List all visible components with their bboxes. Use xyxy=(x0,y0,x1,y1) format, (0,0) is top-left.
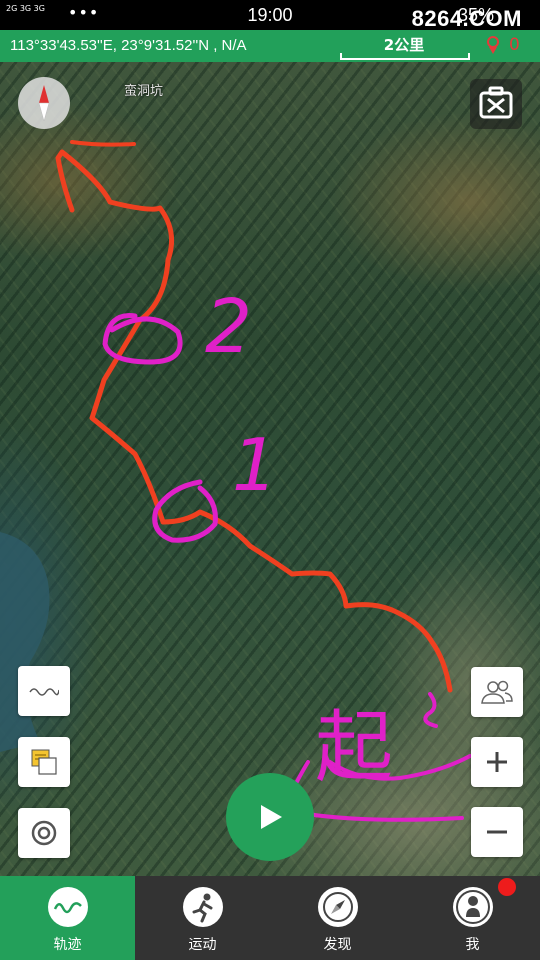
satellite-map[interactable]: 2 1 起 蛮洞坑 xyxy=(0,62,540,876)
gps-satellite-icon[interactable] xyxy=(486,35,500,55)
layers-button[interactable] xyxy=(18,737,70,787)
nav-label-discover: 发现 xyxy=(323,937,352,953)
route-track xyxy=(55,149,453,693)
nav-label-profile: 我 xyxy=(465,937,480,953)
reservoir-water xyxy=(0,532,50,752)
layers-icon xyxy=(31,749,57,775)
watermark: 8264.COM xyxy=(411,6,522,31)
locate-icon xyxy=(31,820,57,846)
tools-button[interactable] xyxy=(470,79,522,129)
bottom-nav: 轨迹 运动 发现 我 xyxy=(0,876,540,960)
play-icon xyxy=(261,805,282,829)
coordinates-bar: 113°33'43.53''E, 23°9'31.52''N , N/A 2公里… xyxy=(0,30,540,62)
notification-badge xyxy=(498,878,516,896)
track-icon xyxy=(48,887,88,927)
nav-label-track: 轨迹 xyxy=(53,937,82,953)
compass-icon xyxy=(38,85,50,122)
marker-1-label: 1 xyxy=(232,423,278,507)
sport-icon xyxy=(183,887,223,927)
route-segment xyxy=(70,140,136,147)
scale-label: 2公里 xyxy=(383,36,425,54)
nav-item-profile[interactable]: 我 xyxy=(405,876,540,960)
discover-icon xyxy=(318,887,358,927)
nav-item-track[interactable]: 轨迹 xyxy=(0,876,135,960)
scale-bar xyxy=(340,53,470,60)
zoom-in-button[interactable] xyxy=(471,737,523,787)
profile-icon xyxy=(453,887,493,927)
track-style-button[interactable] xyxy=(18,666,70,716)
map-overlay: 2 1 起 xyxy=(0,140,472,822)
minus-icon xyxy=(487,830,507,834)
marker-2-label: 2 xyxy=(205,284,252,370)
tools-icon xyxy=(479,86,513,119)
marker-2-circle xyxy=(102,313,183,365)
zoom-out-button[interactable] xyxy=(471,807,523,857)
start-label: 起 xyxy=(315,703,393,793)
group-button[interactable] xyxy=(471,667,523,717)
plus-icon xyxy=(487,752,507,772)
group-icon xyxy=(481,680,513,704)
locate-button[interactable] xyxy=(18,808,70,858)
nav-label-sport: 运动 xyxy=(188,937,217,953)
compass-button[interactable] xyxy=(18,77,70,129)
gps-satellite-count: 0 xyxy=(509,35,520,55)
coordinates-readout: 113°33'43.53''E, 23°9'31.52''N , N/A xyxy=(10,37,247,54)
nav-item-sport[interactable]: 运动 xyxy=(135,876,270,960)
place-label: 蛮洞坑 xyxy=(124,84,164,99)
marker-1-circle xyxy=(152,479,218,543)
nav-item-discover[interactable]: 发现 xyxy=(270,876,405,960)
start-tracking-button[interactable] xyxy=(226,773,314,861)
start-annotation-stroke-2 xyxy=(423,692,438,728)
status-bar: 2G 3G 3G ••• 19:00 35% 8264.COM xyxy=(0,0,540,31)
wave-icon xyxy=(29,688,59,696)
